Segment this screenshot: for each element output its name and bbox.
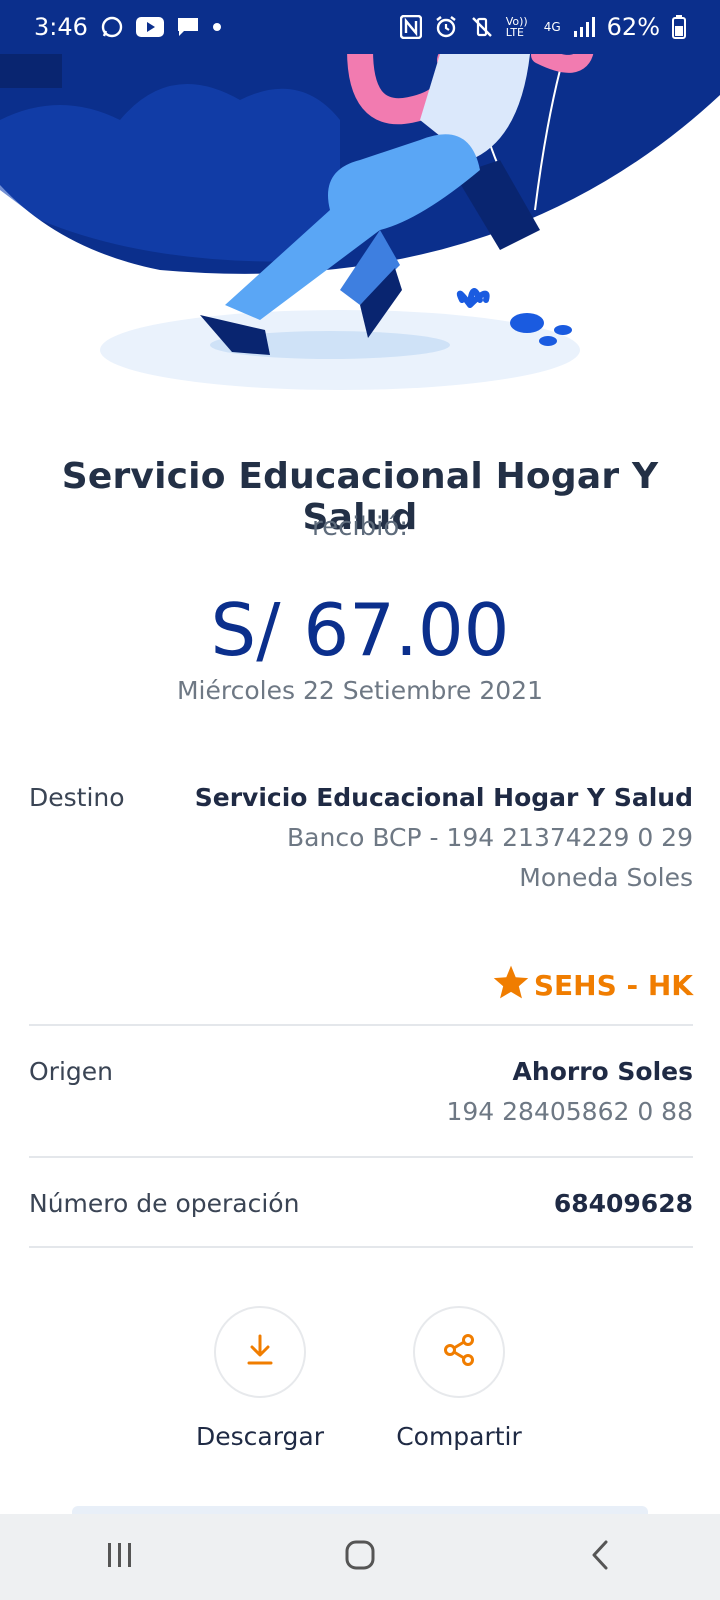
recents-button[interactable] bbox=[70, 1527, 170, 1587]
share-button[interactable]: Compartir bbox=[379, 1306, 539, 1451]
destination-account: Banco BCP - 194 21374229 0 29 bbox=[287, 823, 693, 852]
signal-icon bbox=[573, 17, 595, 37]
dot-icon bbox=[212, 22, 222, 32]
destination-section: Destino Servicio Educacional Hogar Y Sal… bbox=[29, 778, 693, 908]
operation-number: 68409628 bbox=[553, 1189, 693, 1218]
nfc-icon bbox=[399, 15, 422, 39]
star-icon bbox=[492, 964, 530, 1007]
origin-label: Origen bbox=[29, 1057, 113, 1086]
volte-indicator: Vo)) LTE bbox=[505, 15, 528, 39]
share-icon bbox=[442, 1333, 476, 1371]
transfer-date: Miércoles 22 Setiembre 2021 bbox=[176, 676, 543, 705]
battery-icon bbox=[672, 15, 686, 39]
favorite-alias-label: SEHS - HK bbox=[533, 969, 693, 1002]
received-label: recibió: bbox=[311, 512, 409, 542]
download-label: Descargar bbox=[195, 1422, 325, 1451]
favorite-alias[interactable]: SEHS - HK bbox=[492, 964, 693, 1007]
destination-name: Servicio Educacional Hogar Y Salud bbox=[194, 783, 693, 812]
hero-illustration bbox=[0, 0, 720, 420]
share-label: Compartir bbox=[396, 1422, 522, 1451]
recents-icon bbox=[105, 1541, 135, 1573]
home-icon bbox=[344, 1539, 376, 1575]
navigation-bar bbox=[0, 1514, 720, 1600]
download-button[interactable]: Descargar bbox=[180, 1306, 340, 1451]
destination-label: Destino bbox=[29, 783, 125, 812]
alarm-icon bbox=[434, 15, 458, 39]
origin-values: Ahorro Soles 194 28405862 0 88 bbox=[446, 1052, 693, 1132]
whatsapp-icon bbox=[100, 15, 124, 39]
origin-account-name: Ahorro Soles bbox=[512, 1057, 693, 1086]
transfer-amount: S/ 67.00 bbox=[210, 588, 510, 672]
status-time: 3:46 bbox=[34, 13, 88, 41]
network-type: 4G bbox=[543, 20, 561, 34]
share-circle[interactable] bbox=[413, 1306, 505, 1398]
battery-percent: 62% bbox=[606, 13, 660, 41]
operation-label: Número de operación bbox=[29, 1189, 300, 1218]
origin-account-number: 194 28405862 0 88 bbox=[446, 1097, 693, 1126]
vibrate-mute-icon bbox=[470, 15, 494, 39]
origin-section: Origen Ahorro Soles 194 28405862 0 88 bbox=[29, 1052, 693, 1142]
destination-values: Servicio Educacional Hogar Y Salud Banco… bbox=[195, 778, 693, 898]
message-icon bbox=[176, 16, 200, 38]
destination-currency: Moneda Soles bbox=[519, 863, 693, 892]
operation-values: 68409628 bbox=[554, 1184, 693, 1224]
back-button[interactable] bbox=[550, 1527, 650, 1587]
download-circle[interactable] bbox=[214, 1306, 306, 1398]
divider bbox=[29, 1024, 693, 1026]
divider bbox=[29, 1156, 693, 1158]
status-bar: 3:46 Vo)) LTE 4G 62% bbox=[0, 0, 720, 54]
download-icon bbox=[245, 1333, 275, 1371]
home-button[interactable] bbox=[310, 1527, 410, 1587]
divider bbox=[29, 1246, 693, 1248]
youtube-icon bbox=[135, 16, 164, 38]
back-icon bbox=[588, 1539, 612, 1575]
operation-section: Número de operación 68409628 bbox=[29, 1184, 693, 1228]
